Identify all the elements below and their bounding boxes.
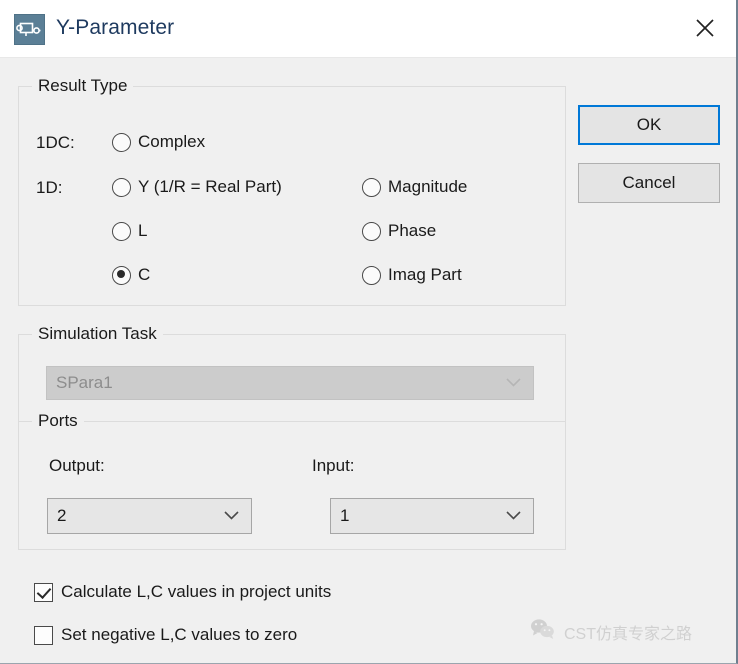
y-parameter-dialog: Y-Parameter Result Type 1DC: 1D: Complex…	[0, 0, 738, 664]
checkbox-set-negative-lc-zero[interactable]: Set negative L,C values to zero	[34, 625, 297, 645]
radio-phase[interactable]: Phase	[362, 221, 436, 241]
simulation-task-value: SPara1	[56, 373, 113, 393]
input-port-value: 1	[340, 506, 349, 526]
chevron-down-icon	[224, 507, 239, 525]
radio-mark-l	[112, 222, 131, 241]
radio-label-phase: Phase	[388, 221, 436, 241]
wechat-icon	[530, 618, 556, 645]
radio-mark-magnitude	[362, 178, 381, 197]
radio-label-magnitude: Magnitude	[388, 177, 467, 197]
output-port-value: 2	[57, 506, 66, 526]
radio-label-imag-part: Imag Part	[388, 265, 462, 285]
input-port-select[interactable]: 1	[330, 498, 534, 534]
output-label: Output:	[49, 456, 105, 476]
checkbox-label-set-negative-lc: Set negative L,C values to zero	[61, 625, 297, 645]
label-1d: 1D:	[36, 178, 62, 198]
radio-label-complex: Complex	[138, 132, 205, 152]
chevron-down-icon	[506, 507, 521, 525]
radio-label-c: C	[138, 265, 150, 285]
input-label: Input:	[312, 456, 355, 476]
result-type-group-label: Result Type	[32, 76, 133, 96]
simulation-task-select[interactable]: SPara1	[46, 366, 534, 400]
radio-c[interactable]: C	[112, 265, 150, 285]
ok-button[interactable]: OK	[578, 105, 720, 145]
radio-mark-imag-part	[362, 266, 381, 285]
watermark: CST仿真专家之路	[530, 618, 692, 645]
radio-y-real-part[interactable]: Y (1/R = Real Part)	[112, 177, 282, 197]
radio-mark-c	[112, 266, 131, 285]
ports-group-label: Ports	[32, 411, 84, 431]
output-port-select[interactable]: 2	[47, 498, 252, 534]
radio-mark-complex	[112, 133, 131, 152]
watermark-text: CST仿真专家之路	[564, 620, 692, 644]
window-title: Y-Parameter	[56, 16, 174, 40]
radio-mark-y-real-part	[112, 178, 131, 197]
radio-complex[interactable]: Complex	[112, 132, 205, 152]
checkbox-label-calculate-lc: Calculate L,C values in project units	[61, 582, 331, 602]
checkbox-calculate-lc-project-units[interactable]: Calculate L,C values in project units	[34, 582, 331, 602]
title-bar: Y-Parameter	[0, 0, 736, 58]
cancel-button[interactable]: Cancel	[578, 163, 720, 203]
radio-label-l: L	[138, 221, 147, 241]
checkbox-mark-set-negative-lc	[34, 626, 53, 645]
checkbox-mark-calculate-lc	[34, 583, 53, 602]
radio-l[interactable]: L	[112, 221, 147, 241]
radio-mark-phase	[362, 222, 381, 241]
chevron-down-icon	[506, 374, 521, 392]
close-icon[interactable]	[676, 0, 734, 56]
label-1dc: 1DC:	[36, 133, 75, 153]
radio-magnitude[interactable]: Magnitude	[362, 177, 467, 197]
radio-label-y-real-part: Y (1/R = Real Part)	[138, 177, 282, 197]
radio-imag-part[interactable]: Imag Part	[362, 265, 462, 285]
y-parameter-icon	[14, 14, 45, 45]
result-type-group: Result Type	[18, 86, 566, 306]
simulation-task-group-label: Simulation Task	[32, 324, 163, 344]
